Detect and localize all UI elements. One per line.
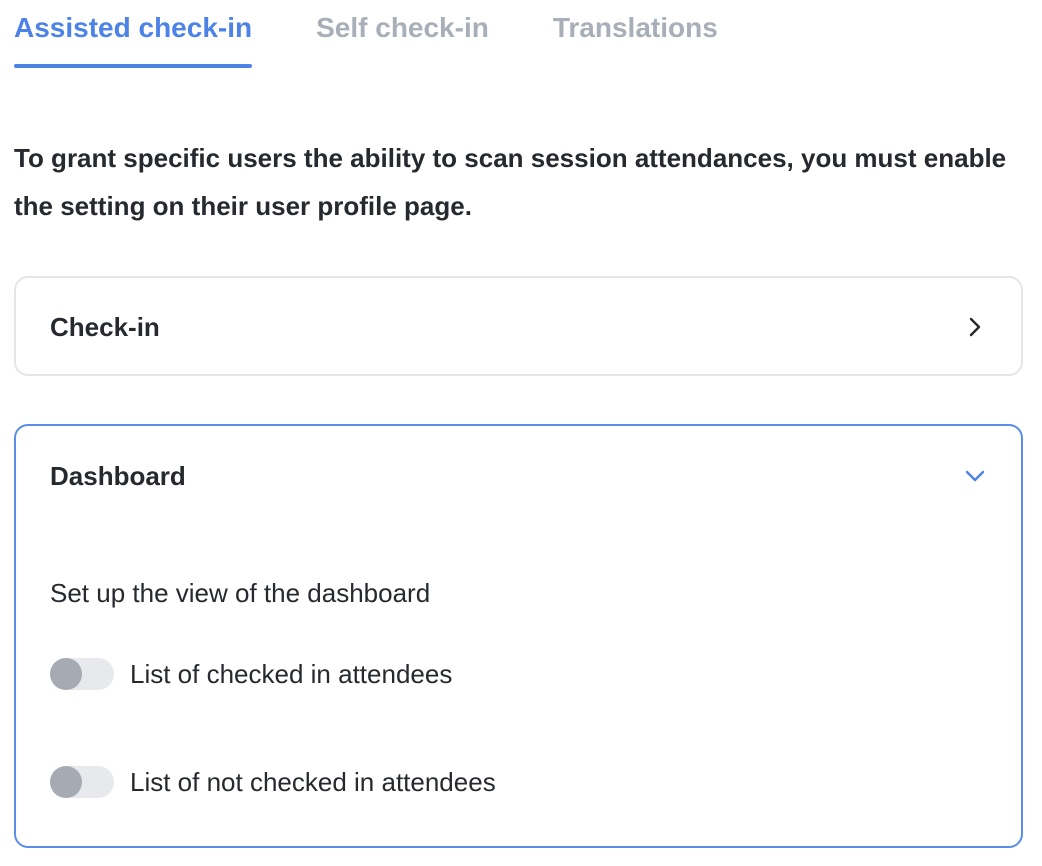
info-text: To grant specific users the ability to s…	[14, 143, 1007, 221]
check-in-card: Check-in	[14, 276, 1023, 376]
dashboard-card: Dashboard Set up the view of the dashboa…	[14, 424, 1023, 848]
tab-self-check-in[interactable]: Self check-in	[316, 0, 489, 68]
tab-bar: Assisted check-in Self check-in Translat…	[14, 0, 718, 68]
toggle-label-checked-in: List of checked in attendees	[130, 658, 453, 689]
toggle-not-checked-in-attendees[interactable]	[50, 766, 114, 798]
toggle-checked-in-attendees[interactable]	[50, 658, 114, 690]
tab-assisted-check-in[interactable]: Assisted check-in	[14, 0, 253, 68]
toggle-label-not-checked-in: List of not checked in attendees	[130, 766, 496, 797]
dashboard-section-label: Set up the view of the dashboard	[50, 578, 431, 608]
tab-translations[interactable]: Translations	[553, 0, 718, 68]
dashboard-card-title: Dashboard	[50, 460, 186, 491]
check-in-card-header[interactable]: Check-in	[16, 278, 1021, 376]
toggle-row-checked-in: List of checked in attendees	[50, 658, 452, 690]
check-in-settings-page: Assisted check-in Self check-in Translat…	[0, 0, 1042, 866]
toggle-knob	[50, 766, 82, 798]
toggle-row-not-checked-in: List of not checked in attendees	[50, 766, 496, 798]
check-in-card-title: Check-in	[50, 311, 160, 342]
chevron-right-icon	[963, 315, 987, 339]
chevron-down-icon	[963, 464, 987, 488]
toggle-knob	[50, 658, 82, 690]
dashboard-card-header[interactable]: Dashboard	[16, 426, 1021, 526]
